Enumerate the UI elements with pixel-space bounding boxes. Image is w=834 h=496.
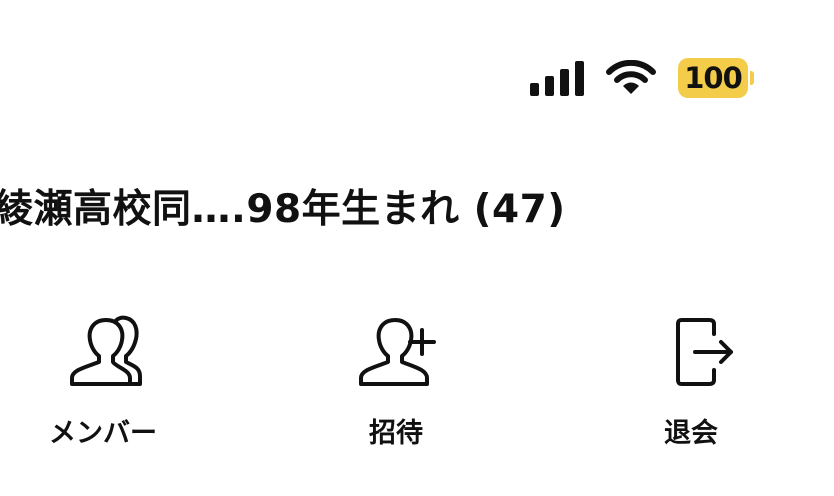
chat-title: 綾瀬高校同….98年生まれ (47) bbox=[0, 187, 566, 232]
cellular-signal-icon bbox=[530, 60, 584, 96]
members-label: メンバー bbox=[49, 418, 157, 449]
chat-actions: メンバー 招待 退会 bbox=[0, 310, 834, 470]
wifi-icon bbox=[606, 60, 656, 96]
invite-label: 招待 bbox=[369, 418, 423, 449]
invite-button[interactable]: 招待 bbox=[316, 310, 476, 460]
battery-indicator: 100 bbox=[678, 58, 754, 98]
battery-cap bbox=[750, 71, 754, 85]
leave-label: 退会 bbox=[664, 418, 718, 449]
leave-button[interactable]: 退会 bbox=[611, 310, 771, 460]
add-user-icon bbox=[316, 310, 476, 392]
status-bar: 100 bbox=[530, 52, 754, 104]
battery-level: 100 bbox=[678, 58, 748, 98]
members-icon bbox=[23, 310, 183, 392]
members-button[interactable]: メンバー bbox=[23, 310, 183, 460]
leave-icon bbox=[611, 310, 771, 392]
